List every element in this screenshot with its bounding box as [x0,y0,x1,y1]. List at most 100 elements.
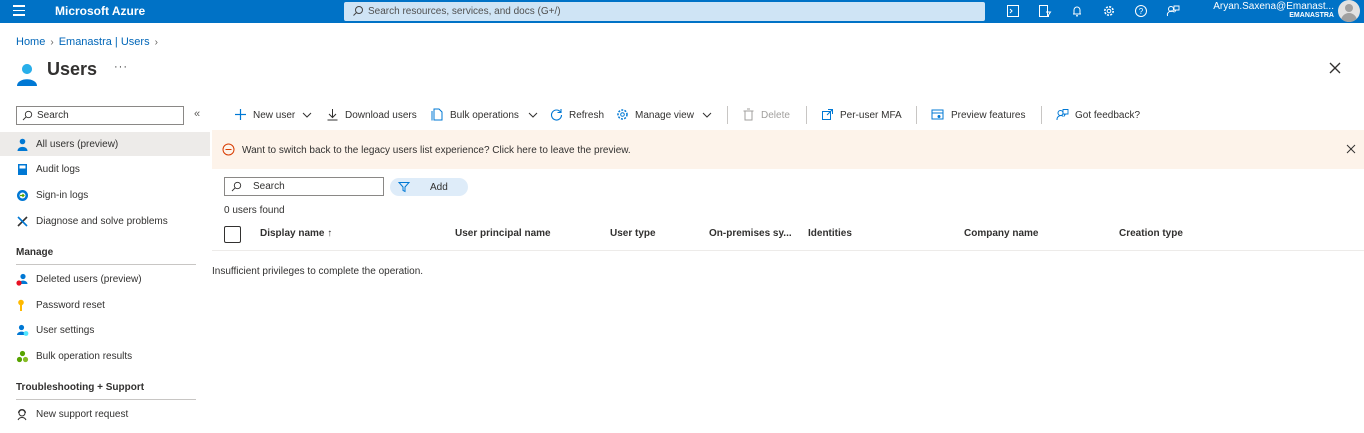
deleted-users-icon [16,273,28,286]
per-user-mfa-button[interactable]: Per-user MFA [821,107,906,125]
preview-features-icon [931,109,944,120]
delete-button[interactable]: Delete [742,107,797,125]
new-user-button[interactable]: New user [234,107,314,125]
sidebar-item-user-settings[interactable]: User settings [0,318,210,342]
command-separator [916,106,917,124]
banner-text[interactable]: Want to switch back to the legacy users … [242,145,631,156]
cloud-shell-icon[interactable] [1006,4,1020,18]
sidebar-item-label: Deleted users (preview) [36,274,142,285]
close-icon[interactable] [1328,61,1342,75]
global-search-placeholder: Search resources, services, and docs (G+… [368,6,561,17]
sidebar-item-label: Bulk operation results [36,351,133,362]
more-options-icon[interactable]: ··· [114,61,128,73]
collapse-nav-icon[interactable]: « [194,108,200,120]
new-user-label: New user [253,110,296,121]
nav-divider [16,264,196,265]
top-bar: Microsoft Azure Search resources, servic… [0,0,1364,23]
sidebar-item-all-users[interactable]: All users (preview) [0,132,210,156]
delete-label: Delete [761,110,790,121]
sidebar-item-label: Password reset [36,300,105,311]
key-icon [18,299,24,311]
search-icon [353,6,363,16]
chevron-right-icon: › [50,37,54,48]
trash-icon [743,108,754,121]
table-header-divider [212,250,1364,251]
filter-icon [398,182,410,193]
directory-filter-icon[interactable] [1038,4,1052,18]
sidebar-item-password-reset[interactable]: Password reset [0,293,210,317]
page-title: Users [47,59,98,79]
support-icon [17,409,27,421]
users-search-input[interactable] [253,180,373,193]
chevron-down-icon [528,112,538,118]
sidebar-item-label: Diagnose and solve problems [36,216,168,227]
column-header-display-name[interactable]: Display name ↑ [260,228,332,239]
user-icon [17,138,28,151]
sidebar-item-new-support-request[interactable]: New support request [0,402,210,426]
plus-icon [235,109,246,120]
download-users-button[interactable]: Download users [326,107,421,125]
sidebar-item-label: Audit logs [36,164,80,175]
bulk-operations-label: Bulk operations [450,110,519,121]
column-header-identities[interactable]: Identities [808,228,852,239]
column-header-company-name[interactable]: Company name [964,228,1038,239]
sidebar-item-audit-logs[interactable]: Audit logs [0,157,210,181]
brand-title[interactable]: Microsoft Azure [55,4,145,18]
nav-search-field[interactable] [16,106,184,125]
download-icon [327,109,338,121]
preview-features-button[interactable]: Preview features [931,107,1031,125]
command-separator [806,106,807,124]
breadcrumb-users[interactable]: Emanastra | Users [59,36,150,48]
users-count: 0 users found [224,205,285,216]
bell-icon[interactable] [1070,4,1084,18]
breadcrumb-home[interactable]: Home [16,36,45,48]
signin-icon [17,190,28,201]
got-feedback-button[interactable]: Got feedback? [1056,107,1151,125]
user-settings-icon [17,324,29,336]
manage-view-label: Manage view [635,110,694,121]
sidebar-item-deleted-users[interactable]: Deleted users (preview) [0,267,210,291]
sidebar-item-bulk-results[interactable]: Bulk operation results [0,344,210,368]
nav-search-input[interactable] [37,109,177,122]
column-header-on-premises[interactable]: On-premises sy... [709,228,792,239]
gear-icon [617,109,628,120]
per-user-mfa-label: Per-user MFA [840,110,902,121]
nav-divider [16,399,196,400]
command-separator [1041,106,1042,124]
close-icon[interactable] [1346,144,1356,154]
add-filter-label: Add [430,182,448,193]
command-separator [727,106,728,124]
help-icon[interactable]: ? [1134,4,1148,18]
column-header-creation-type[interactable]: Creation type [1119,228,1183,239]
sidebar-item-diagnose[interactable]: Diagnose and solve problems [0,209,210,233]
account-menu[interactable]: Aryan.Saxena@Emanast... EMANASTRA [1190,1,1334,19]
nav-section-support: Troubleshooting + Support [16,382,145,393]
users-search-field[interactable] [224,177,384,196]
chevron-down-icon [302,112,312,118]
refresh-icon [550,109,563,121]
sidebar-item-sign-in-logs[interactable]: Sign-in logs [0,183,210,207]
refresh-button[interactable]: Refresh [550,107,608,125]
sidebar-item-label: All users (preview) [36,139,119,150]
avatar[interactable] [1338,0,1360,22]
search-icon [22,110,33,121]
svg-text:?: ? [1139,7,1144,16]
manage-view-button[interactable]: Manage view [616,107,716,125]
hamburger-menu-icon[interactable] [13,5,25,17]
column-header-upn[interactable]: User principal name [455,228,551,239]
bulk-results-icon [16,350,29,363]
add-filter-button[interactable]: Add [390,178,468,196]
error-message: Insufficient privileges to complete the … [212,266,424,277]
column-header-user-type[interactable]: User type [610,228,656,239]
global-search-input[interactable]: Search resources, services, and docs (G+… [344,2,985,21]
feedback-icon[interactable] [1166,4,1180,18]
preview-banner[interactable]: Want to switch back to the legacy users … [212,130,1364,169]
external-link-icon [822,109,833,120]
bulk-operations-button[interactable]: Bulk operations [431,107,541,125]
gear-icon[interactable] [1102,4,1116,18]
refresh-label: Refresh [569,110,605,121]
select-all-checkbox[interactable] [224,226,241,243]
preview-features-label: Preview features [951,110,1026,121]
chevron-right-icon: › [154,37,158,48]
bulk-document-icon [431,108,443,121]
